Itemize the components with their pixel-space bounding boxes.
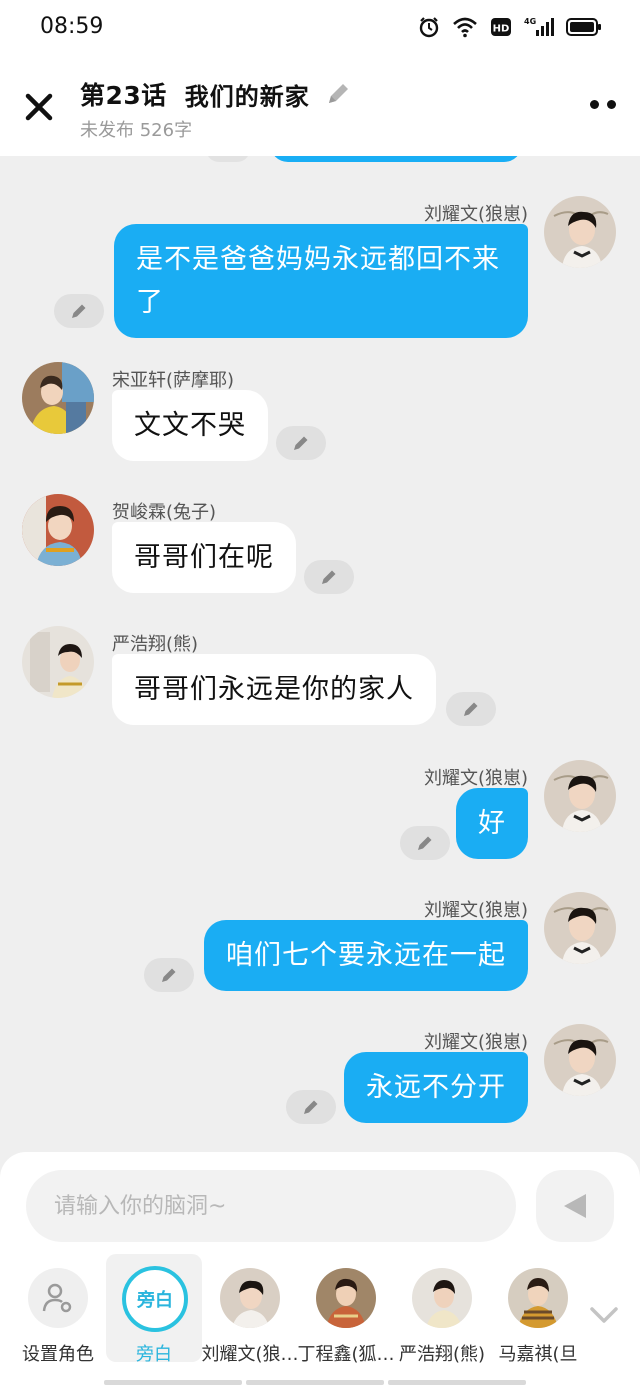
edit-message-button[interactable] (304, 560, 354, 594)
role-label: 刘耀文(狼… (201, 1344, 299, 1365)
message-input[interactable] (26, 1170, 516, 1242)
message-line: 了 (136, 287, 164, 318)
status-text: 未发布 (80, 120, 134, 141)
speaker-name: 刘耀文(狼崽) (423, 1032, 528, 1053)
status-icons: HD 4G (418, 16, 602, 38)
message-bubble[interactable]: 永远不分开 (344, 1052, 528, 1123)
role-avatar (220, 1268, 280, 1328)
edit-message-button[interactable] (400, 826, 450, 860)
speaker-name: 刘耀文(狼崽) (423, 204, 528, 225)
avatar[interactable] (544, 196, 616, 268)
role-selector: 设置角色 旁白 旁白 刘耀文(狼… 丁程鑫(狐… 严浩翔(熊) 马嘉祺(旦 (0, 1254, 640, 1365)
message-line: 是不是爸爸妈妈永远都回不来 (136, 244, 500, 275)
publish-status: 未发布 526字 (80, 116, 192, 142)
edit-message-button[interactable] (276, 426, 326, 460)
pencil-icon (304, 1100, 318, 1114)
battery-icon (566, 18, 601, 36)
pencil-icon (322, 570, 336, 584)
word-count: 526字 (139, 120, 193, 141)
scroll-indicator-segment (388, 1380, 526, 1385)
role-label: 严浩翔(熊) (398, 1344, 486, 1365)
hd-icon: HD (491, 18, 511, 36)
svg-text:4G: 4G (524, 17, 536, 26)
person-gear-icon (42, 1283, 72, 1313)
episode-number: 第23话 (80, 81, 167, 110)
role-label: 设置角色 (22, 1344, 94, 1365)
role-avatar (316, 1268, 376, 1328)
role-label: 丁程鑫(狐… (297, 1344, 395, 1365)
role-item[interactable]: 严浩翔(熊) (394, 1254, 490, 1365)
message-line: 文文不哭 (134, 410, 246, 441)
role-avatar: 旁白 (122, 1266, 188, 1332)
role-avatar (28, 1268, 88, 1328)
send-button[interactable] (536, 1170, 614, 1242)
role-label: 马嘉祺(旦 (498, 1344, 578, 1365)
avatar[interactable] (22, 494, 94, 566)
edit-message-button[interactable] (144, 958, 194, 992)
avatar[interactable] (22, 626, 94, 698)
speaker-name: 刘耀文(狼崽) (423, 768, 528, 789)
status-time: 08:59 (40, 14, 104, 39)
message-bubble[interactable]: 好 (456, 788, 528, 859)
header: 第23话 我们的新家 未发布 526字 (0, 58, 640, 156)
composer-panel: 设置角色 旁白 旁白 刘耀文(狼… 丁程鑫(狐… 严浩翔(熊) (0, 1152, 640, 1387)
title-row: 第23话 我们的新家 (80, 76, 352, 112)
role-label: 旁白 (136, 1344, 172, 1365)
scroll-indicator-segment (246, 1380, 384, 1385)
speaker-name: 贺峻霖(兔子) (112, 502, 217, 523)
avatar[interactable] (544, 1024, 616, 1096)
more-dot-icon (607, 100, 616, 109)
alarm-icon (419, 17, 439, 38)
set-role-button[interactable]: 设置角色 (10, 1254, 106, 1365)
speaker-name: 宋亚轩(萨摩耶) (112, 370, 235, 391)
role-item[interactable]: 刘耀文(狼… (201, 1254, 299, 1365)
more-options-button[interactable] (590, 100, 616, 109)
message-line: 哥哥们在呢 (134, 542, 274, 573)
scroll-indicator (104, 1380, 526, 1385)
edit-message-button[interactable] (54, 294, 104, 328)
avatar[interactable] (544, 760, 616, 832)
more-dot-icon (590, 100, 599, 109)
avatar[interactable] (544, 892, 616, 964)
message-bubble[interactable]: 文文不哭 (112, 390, 268, 461)
send-icon (564, 1194, 586, 1218)
message-line: 咱们七个要永远在一起 (226, 940, 506, 971)
ring-text: 旁白 (137, 1290, 173, 1311)
role-avatar (412, 1268, 472, 1328)
wifi-icon (453, 17, 477, 38)
pencil-icon (294, 436, 308, 450)
role-item[interactable]: 丁程鑫(狐… (297, 1254, 395, 1365)
close-icon[interactable] (22, 90, 56, 124)
role-avatar (508, 1268, 568, 1328)
message-bubble[interactable]: 哥哥们永远是你的家人 (112, 654, 436, 725)
pencil-icon (418, 836, 432, 850)
message-bubble[interactable]: 哥哥们在呢 (112, 522, 296, 593)
message-line: 好 (478, 808, 506, 839)
pencil-icon (72, 304, 86, 318)
message-bubble[interactable]: 是不是爸爸妈妈永远都回不来 了 (114, 224, 528, 338)
signal-icon: 4G (524, 17, 554, 36)
message-bubble[interactable]: 咱们七个要永远在一起 (204, 920, 528, 991)
chat-area[interactable]: 刘耀文(狼崽) 是不是爸爸妈妈永远都回不来 了 宋亚轩(萨摩耶) 文文不哭 贺峻… (0, 156, 640, 1156)
speaker-name: 严浩翔(熊) (112, 634, 199, 655)
chevron-down-icon[interactable] (588, 1304, 620, 1326)
message-bubble-partial[interactable] (270, 156, 522, 162)
message-line: 哥哥们永远是你的家人 (134, 674, 414, 705)
status-bar: 08:59 HD 4G (0, 0, 640, 58)
speaker-name: 刘耀文(狼崽) (423, 900, 528, 921)
scroll-indicator-segment (104, 1380, 242, 1385)
role-narration[interactable]: 旁白 旁白 (106, 1254, 202, 1365)
edit-message-button[interactable] (206, 156, 250, 162)
edit-title-icon[interactable] (324, 80, 352, 108)
edit-message-button[interactable] (286, 1090, 336, 1124)
svg-text:HD: HD (493, 24, 510, 35)
role-item[interactable]: 马嘉祺(旦 (490, 1254, 586, 1365)
avatar[interactable] (22, 362, 94, 434)
pencil-icon (464, 702, 478, 716)
episode-title: 我们的新家 (184, 82, 310, 111)
pencil-icon (162, 968, 176, 982)
edit-message-button[interactable] (446, 692, 496, 726)
message-line: 永远不分开 (366, 1072, 506, 1103)
